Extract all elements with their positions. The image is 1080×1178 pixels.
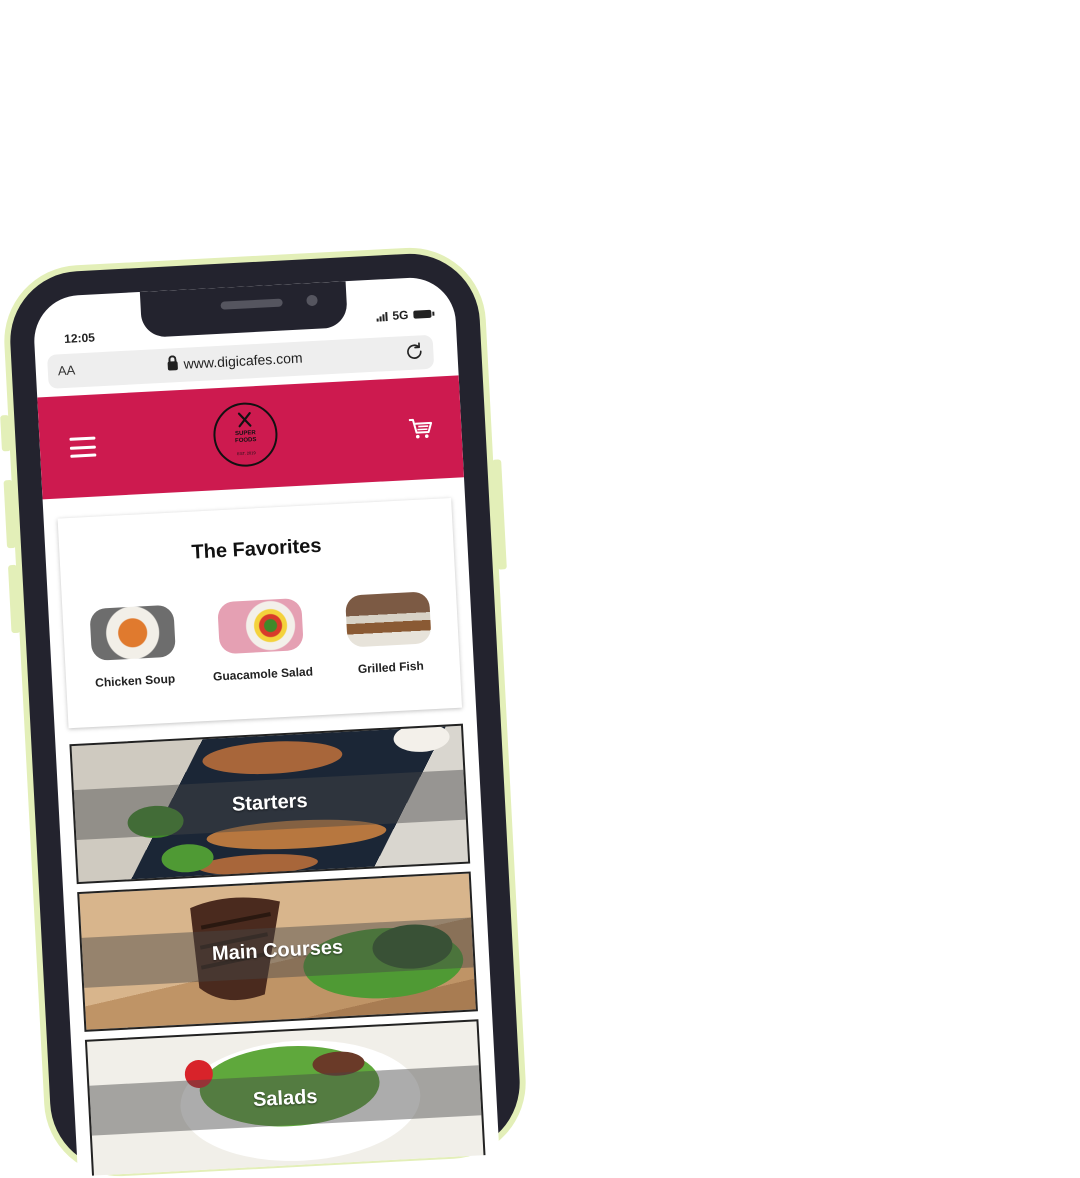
network-label: 5G	[392, 307, 409, 323]
favorites-card: The Favorites Chicken Soup Guacamole Sal…	[57, 497, 463, 729]
phone-volume-down	[7, 564, 21, 634]
speaker-grille	[220, 298, 283, 310]
phone-side-button	[0, 414, 11, 452]
text-size-button[interactable]: AA	[57, 362, 75, 378]
favorite-label: Guacamole Salad	[212, 664, 314, 684]
cart-icon[interactable]	[407, 415, 434, 442]
chicken-soup-image	[89, 604, 176, 661]
status-time: 12:05	[63, 330, 96, 346]
phone-screen: 12:05 5G AA www.digicafes.com SUPER FOOD…	[31, 275, 500, 1177]
site-header: SUPER FOODS EST. 2019	[37, 375, 464, 500]
guacamole-salad-image	[217, 597, 304, 655]
favorite-item-chicken-soup[interactable]: Chicken Soup	[76, 604, 190, 692]
category-starters[interactable]: Starters	[69, 723, 471, 885]
grilled-fish-image	[345, 591, 432, 648]
phone-mockup: 12:05 5G AA www.digicafes.com SUPER FOOD…	[0, 250, 524, 1177]
category-salads[interactable]: Salads	[84, 1019, 486, 1177]
favorite-label: Grilled Fish	[357, 658, 425, 677]
category-main-courses[interactable]: Main Courses	[77, 871, 478, 1032]
favorite-item-guacamole-salad[interactable]: Guacamole Salad	[204, 597, 318, 685]
menu-icon[interactable]	[69, 436, 97, 458]
signal-icon	[376, 311, 388, 322]
lock-icon	[167, 361, 178, 371]
phone-volume-up	[3, 479, 17, 549]
favorites-title: The Favorites	[190, 534, 322, 564]
battery-icon	[413, 309, 432, 319]
brand-logo[interactable]: SUPER FOODS EST. 2019	[211, 401, 280, 469]
logo-subtext: EST. 2019	[237, 450, 256, 457]
status-indicators: 5G	[376, 307, 432, 324]
phone-notch	[139, 281, 348, 338]
front-camera	[306, 294, 318, 307]
url-text: www.digicafes.com	[183, 349, 303, 372]
url-display[interactable]: www.digicafes.com	[167, 350, 303, 373]
favorite-item-grilled-fish[interactable]: Grilled Fish	[332, 591, 446, 679]
utensils-icon	[237, 412, 252, 428]
reload-icon[interactable]	[403, 340, 426, 363]
phone-power-button	[492, 459, 507, 570]
favorite-label: Chicken Soup	[94, 671, 176, 690]
logo-text: SUPER FOODS	[234, 430, 257, 445]
phone-body: 12:05 5G AA www.digicafes.com SUPER FOOD…	[6, 250, 524, 1177]
